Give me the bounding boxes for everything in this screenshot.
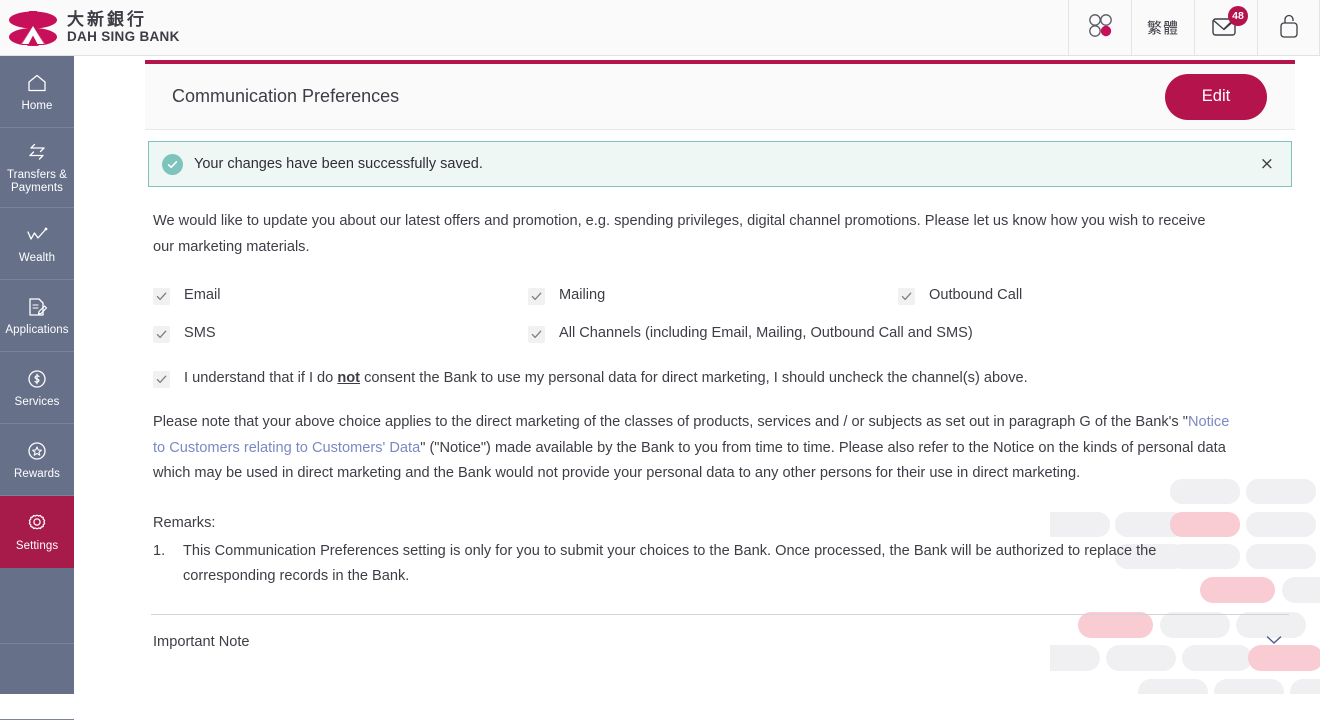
sidebar-filler-1 bbox=[0, 568, 74, 644]
brand-text: 大新銀行 DAH SING BANK bbox=[67, 12, 180, 44]
accordion-title: Important Note bbox=[153, 634, 250, 650]
consent-emphasis: not bbox=[337, 370, 360, 386]
chart-line-icon bbox=[25, 223, 49, 247]
dollar-circle-icon bbox=[25, 367, 49, 391]
sidebar-item-label: Applications bbox=[5, 324, 68, 337]
sidebar-item-applications[interactable]: Applications bbox=[0, 280, 74, 352]
sidebar-item-settings[interactable]: Settings bbox=[0, 496, 74, 568]
dah-sing-logo-icon bbox=[8, 8, 58, 48]
gear-icon bbox=[25, 511, 49, 535]
remarks-text: This Communication Preferences setting i… bbox=[183, 539, 1248, 590]
intro-paragraph: We would like to update you about our la… bbox=[153, 209, 1221, 260]
sidebar-item-label: Settings bbox=[16, 540, 58, 553]
check-circle-icon bbox=[162, 154, 183, 175]
remarks-title: Remarks: bbox=[153, 511, 1292, 536]
app-grid-icon bbox=[1087, 12, 1113, 43]
communication-preferences-card: Communication Preferences Edit Your chan… bbox=[145, 60, 1295, 694]
sidebar-filler-2 bbox=[0, 644, 74, 720]
brand-name-chinese: 大新銀行 bbox=[67, 12, 180, 29]
app-grid-button[interactable] bbox=[1068, 0, 1131, 55]
logout-button[interactable] bbox=[1257, 0, 1320, 55]
important-note-accordion[interactable]: Important Note bbox=[151, 614, 1289, 651]
remarks-number: 1. bbox=[153, 539, 173, 590]
sidebar-item-transfers-payments[interactable]: Transfers & Payments bbox=[0, 128, 74, 208]
page-title: Communication Preferences bbox=[172, 86, 399, 107]
checkbox-email[interactable]: Email bbox=[153, 286, 528, 305]
brand-name-english: DAH SING BANK bbox=[67, 30, 180, 44]
channel-row-1: Email Mailing Outbound Call bbox=[153, 286, 1292, 305]
sidebar-item-label: Rewards bbox=[14, 468, 60, 481]
home-icon bbox=[25, 71, 49, 95]
sidebar-item-wealth[interactable]: Wealth bbox=[0, 208, 74, 280]
brand-logo[interactable]: 大新銀行 DAH SING BANK bbox=[0, 0, 180, 55]
success-alert: Your changes have been successfully save… bbox=[148, 141, 1292, 187]
consent-text-before: I understand that if I do bbox=[184, 370, 337, 386]
checkbox-sms[interactable]: SMS bbox=[153, 324, 528, 343]
notice-part1: Please note that your above choice appli… bbox=[153, 414, 1188, 430]
main-content: Communication Preferences Edit Your chan… bbox=[95, 56, 1320, 694]
card-body: We would like to update you about our la… bbox=[145, 209, 1295, 651]
sidebar-item-label: Home bbox=[21, 100, 52, 113]
checkbox-check-icon[interactable] bbox=[153, 326, 170, 343]
alert-message: Your changes have been successfully save… bbox=[194, 156, 483, 172]
sidebar-item-home[interactable]: Home bbox=[0, 56, 74, 128]
document-pencil-icon bbox=[25, 295, 49, 319]
card-header: Communication Preferences Edit bbox=[145, 64, 1295, 130]
checkbox-check-icon[interactable] bbox=[153, 288, 170, 305]
notice-paragraph: Please note that your above choice appli… bbox=[153, 410, 1243, 487]
consent-checkbox-row[interactable]: I understand that if I do not consent th… bbox=[153, 369, 1292, 388]
checkbox-label: Outbound Call bbox=[929, 286, 1022, 305]
close-icon[interactable]: × bbox=[1257, 154, 1277, 175]
messages-button[interactable]: 48 bbox=[1194, 0, 1257, 55]
checkbox-label: SMS bbox=[184, 324, 216, 343]
sidebar-item-rewards[interactable]: Rewards bbox=[0, 424, 74, 496]
checkbox-mailing[interactable]: Mailing bbox=[528, 286, 898, 305]
consent-text-after: consent the Bank to use my personal data… bbox=[360, 370, 1028, 386]
checkbox-label: Email bbox=[184, 286, 221, 305]
sidebar-item-services[interactable]: Services bbox=[0, 352, 74, 424]
sidebar-item-label: Services bbox=[15, 396, 60, 409]
sidebar-item-label: Wealth bbox=[19, 252, 55, 265]
checkbox-label: All Channels (including Email, Mailing, … bbox=[559, 324, 973, 343]
edit-button[interactable]: Edit bbox=[1165, 74, 1267, 120]
remarks-list: 1. This Communication Preferences settin… bbox=[153, 539, 1292, 590]
language-toggle-button[interactable]: 繁體 bbox=[1131, 0, 1194, 55]
checkbox-check-icon[interactable] bbox=[528, 326, 545, 343]
checkbox-outbound-call[interactable]: Outbound Call bbox=[898, 286, 1022, 305]
remarks-section: Remarks: 1. This Communication Preferenc… bbox=[153, 511, 1292, 590]
top-header: 大新銀行 DAH SING BANK 繁體 bbox=[0, 0, 1320, 56]
sidebar-item-label: Transfers & Payments bbox=[0, 169, 74, 195]
lock-icon bbox=[1276, 10, 1302, 45]
checkbox-check-icon[interactable] bbox=[528, 288, 545, 305]
star-circle-icon bbox=[25, 439, 49, 463]
header-actions: 繁體 48 bbox=[1068, 0, 1320, 55]
channel-checkbox-group: Email Mailing Outbound Call bbox=[153, 286, 1292, 343]
channel-row-2: SMS All Channels (including Email, Maili… bbox=[153, 324, 1292, 343]
checkbox-check-icon[interactable] bbox=[153, 371, 170, 388]
sidebar: Home Transfers & Payments Wealth bbox=[0, 56, 74, 694]
consent-label: I understand that if I do not consent th… bbox=[184, 369, 1028, 388]
messages-badge: 48 bbox=[1228, 6, 1248, 26]
checkbox-label: Mailing bbox=[559, 286, 605, 305]
sidebar-gap-column bbox=[74, 56, 95, 694]
chevron-down-icon[interactable] bbox=[1265, 633, 1283, 651]
checkbox-all-channels[interactable]: All Channels (including Email, Mailing, … bbox=[528, 324, 973, 343]
transfer-arrows-icon bbox=[25, 140, 49, 164]
checkbox-check-icon[interactable] bbox=[898, 288, 915, 305]
